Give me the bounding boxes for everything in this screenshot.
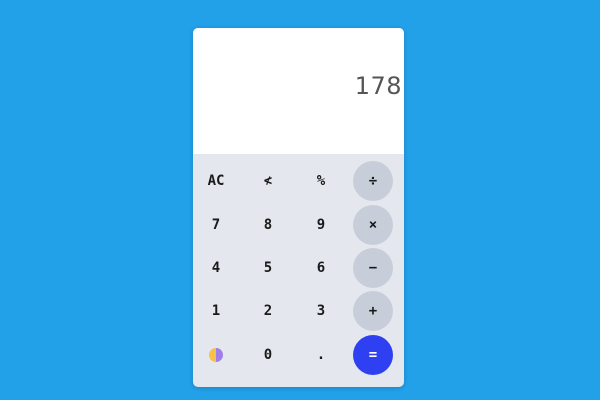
backspace-button[interactable]: ≮: [248, 161, 288, 201]
keypad: AC ≮ % ÷ 7 8 9 × 4 5 6 − 1 2 3 + 0 . =: [193, 154, 404, 387]
multiply-button[interactable]: ×: [353, 205, 393, 245]
digit-8-button[interactable]: 8: [248, 205, 288, 245]
digit-4-button[interactable]: 4: [196, 248, 236, 288]
digit-7-button[interactable]: 7: [196, 205, 236, 245]
subtract-button[interactable]: −: [353, 248, 393, 288]
display: 178: [193, 28, 404, 154]
decimal-button[interactable]: .: [301, 335, 341, 375]
add-button[interactable]: +: [353, 291, 393, 331]
equals-button[interactable]: =: [353, 335, 393, 375]
divide-button[interactable]: ÷: [353, 161, 393, 201]
calculator: 178 AC ≮ % ÷ 7 8 9 × 4 5 6 − 1 2 3 + 0 .…: [193, 28, 404, 387]
digit-2-button[interactable]: 2: [248, 291, 288, 331]
digit-5-button[interactable]: 5: [248, 248, 288, 288]
percent-button[interactable]: %: [301, 161, 341, 201]
clear-button[interactable]: AC: [196, 161, 236, 201]
digit-9-button[interactable]: 9: [301, 205, 341, 245]
half-circle-theme-icon: [209, 348, 223, 362]
digit-3-button[interactable]: 3: [301, 291, 341, 331]
theme-toggle-button[interactable]: [196, 335, 236, 375]
digit-0-button[interactable]: 0: [248, 335, 288, 375]
display-value: 178: [354, 72, 402, 100]
digit-6-button[interactable]: 6: [301, 248, 341, 288]
digit-1-button[interactable]: 1: [196, 291, 236, 331]
